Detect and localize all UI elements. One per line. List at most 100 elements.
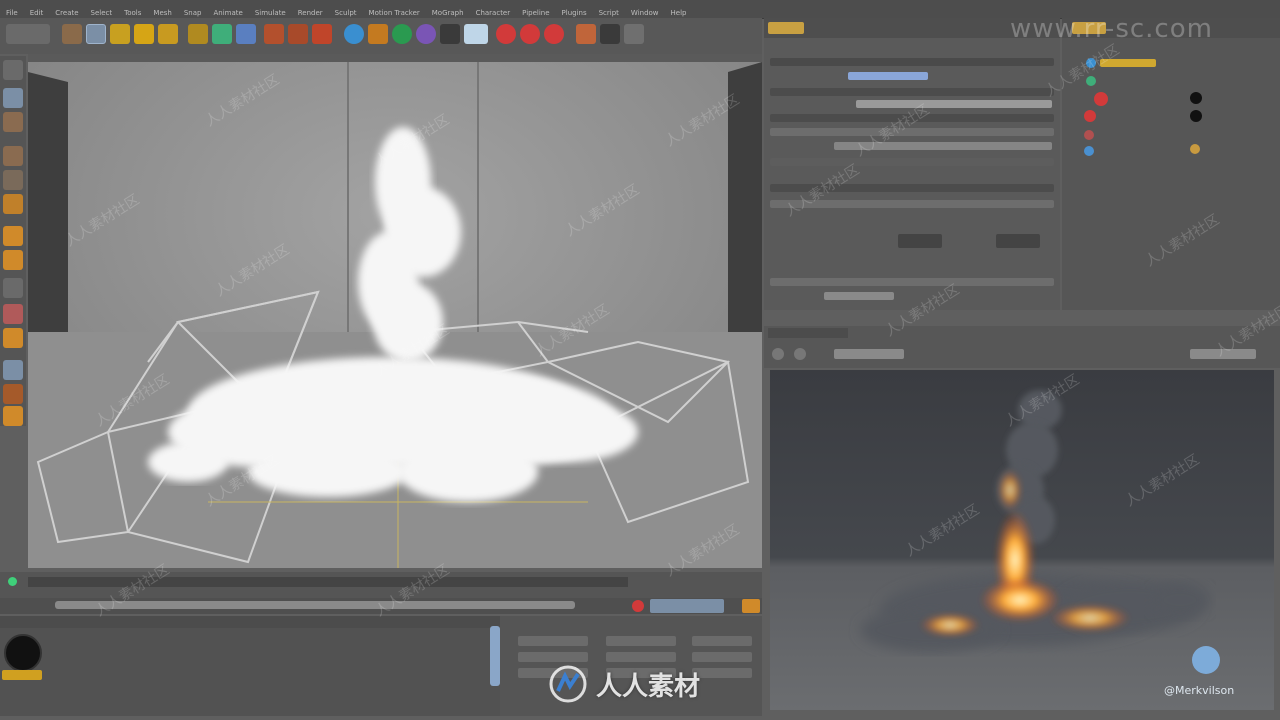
main-toolbar [0, 18, 762, 54]
menu-item[interactable]: Pipeline [516, 6, 555, 17]
menu-item[interactable]: Render [292, 6, 329, 17]
key-mode-icons[interactable] [650, 599, 724, 613]
menu-item[interactable]: MoGraph [426, 6, 470, 17]
undo-icon[interactable] [6, 24, 50, 44]
solo-off-icon[interactable] [3, 406, 23, 426]
menu-item[interactable]: Tools [118, 6, 147, 17]
target-tag-icon[interactable] [1190, 144, 1200, 154]
cloner-icon[interactable] [440, 24, 460, 44]
perspective-viewport[interactable] [28, 62, 762, 568]
panel-slider[interactable] [490, 626, 500, 686]
menu-item[interactable]: File [0, 6, 24, 17]
scale-icon[interactable] [110, 24, 130, 44]
array-icon[interactable] [416, 24, 436, 44]
render-mode-dropdown[interactable] [834, 349, 904, 359]
timeline-ruler[interactable] [28, 577, 628, 587]
layout-icon[interactable] [576, 24, 596, 44]
attribute-tab-active[interactable] [768, 22, 804, 34]
render-picture-viewer-icon[interactable] [312, 24, 332, 44]
workplane-left-icon[interactable] [3, 304, 23, 324]
material-swatch[interactable] [4, 634, 42, 672]
render-view-toolbar [764, 326, 1280, 368]
menu-item[interactable]: Simulate [249, 6, 292, 17]
timeline[interactable] [0, 572, 762, 598]
record-icon[interactable] [496, 24, 516, 44]
attribute-field[interactable] [834, 142, 1052, 150]
left-tool-strip [0, 56, 26, 426]
render-view-menu[interactable] [768, 328, 848, 338]
menu-item[interactable]: Plugins [556, 6, 593, 17]
menu-item[interactable]: Window [625, 6, 665, 17]
render-camera-dropdown[interactable] [1190, 349, 1256, 359]
menu-item[interactable]: Edit [24, 6, 50, 17]
subdivision-icon[interactable] [392, 24, 412, 44]
coordinate-system-icon[interactable] [264, 24, 284, 44]
value-field[interactable] [996, 234, 1040, 248]
render-view-icon[interactable] [288, 24, 308, 44]
keyframe-icon[interactable] [544, 24, 564, 44]
material-menu[interactable] [0, 616, 500, 628]
color-field[interactable] [898, 234, 942, 248]
menu-item[interactable]: Mesh [147, 6, 177, 17]
menu-item[interactable]: Snap [178, 6, 208, 17]
menu-item[interactable]: Character [470, 6, 517, 17]
material-label[interactable] [2, 670, 42, 680]
signature-badge-icon [1192, 646, 1220, 674]
live-select-icon[interactable] [62, 24, 82, 44]
autokey-icon[interactable] [520, 24, 540, 44]
menu-item[interactable]: Motion Tracker [363, 6, 426, 17]
polygons-mode-icon[interactable] [3, 194, 23, 214]
render-view [770, 370, 1274, 710]
menu-item[interactable]: Sculpt [329, 6, 363, 17]
mode-dropdown[interactable] [824, 292, 894, 300]
author-credit: @Merkvilson [1164, 684, 1235, 697]
turbulence-icon [1094, 92, 1108, 106]
viewport-scene [28, 62, 762, 568]
enable-axis-icon[interactable] [3, 226, 23, 246]
render-start-icon[interactable] [772, 348, 784, 360]
points-mode-icon[interactable] [3, 146, 23, 166]
texture-mode-icon[interactable] [3, 112, 23, 132]
z-lock-icon[interactable] [236, 24, 256, 44]
axis-icon[interactable] [158, 24, 178, 44]
tweak-mode-icon[interactable] [3, 250, 23, 270]
make-editable-icon[interactable] [3, 60, 23, 80]
model-mode-icon[interactable] [3, 88, 23, 108]
edges-mode-icon[interactable] [3, 170, 23, 190]
menu-item[interactable]: Help [665, 6, 693, 17]
active-subtab[interactable] [848, 72, 928, 80]
wind-icon [1084, 110, 1096, 122]
floor-icon[interactable] [464, 24, 488, 44]
solo-hierarchy-icon[interactable] [3, 384, 23, 404]
bottom-logo: 人人素材 [548, 664, 700, 704]
object-row-explosia[interactable] [1100, 59, 1156, 67]
menu-item[interactable]: Animate [207, 6, 248, 17]
move-icon[interactable] [86, 24, 106, 44]
attribute-slider[interactable] [856, 100, 1052, 108]
camera-icon[interactable] [600, 24, 620, 44]
menu-item[interactable]: Select [85, 6, 119, 17]
menu-item[interactable]: Script [593, 6, 625, 17]
x-lock-icon[interactable] [188, 24, 208, 44]
material-manager [0, 616, 500, 716]
material-tag-icon[interactable] [1190, 92, 1202, 104]
snap-icon[interactable] [3, 278, 23, 298]
pen-icon[interactable] [368, 24, 388, 44]
camera-object-icon [1084, 146, 1094, 156]
lock-workplane-icon[interactable] [3, 328, 23, 348]
material-tag-icon[interactable] [1190, 110, 1202, 122]
current-frame-marker[interactable] [8, 577, 17, 586]
workplane-icon[interactable] [624, 24, 644, 44]
timeline-layout-icon[interactable] [742, 599, 760, 613]
logo-icon [549, 665, 587, 703]
cube-icon[interactable] [344, 24, 364, 44]
y-lock-icon[interactable] [212, 24, 232, 44]
record-keys-icon[interactable] [632, 600, 644, 612]
menu-item[interactable]: Create [49, 6, 84, 17]
solo-icon[interactable] [3, 360, 23, 380]
logo-text: 人人素材 [596, 671, 701, 702]
rotate-icon[interactable] [134, 24, 154, 44]
explosia-icon [1086, 58, 1096, 68]
frame-range-slider[interactable] [55, 601, 575, 609]
render-stop-icon[interactable] [794, 348, 806, 360]
